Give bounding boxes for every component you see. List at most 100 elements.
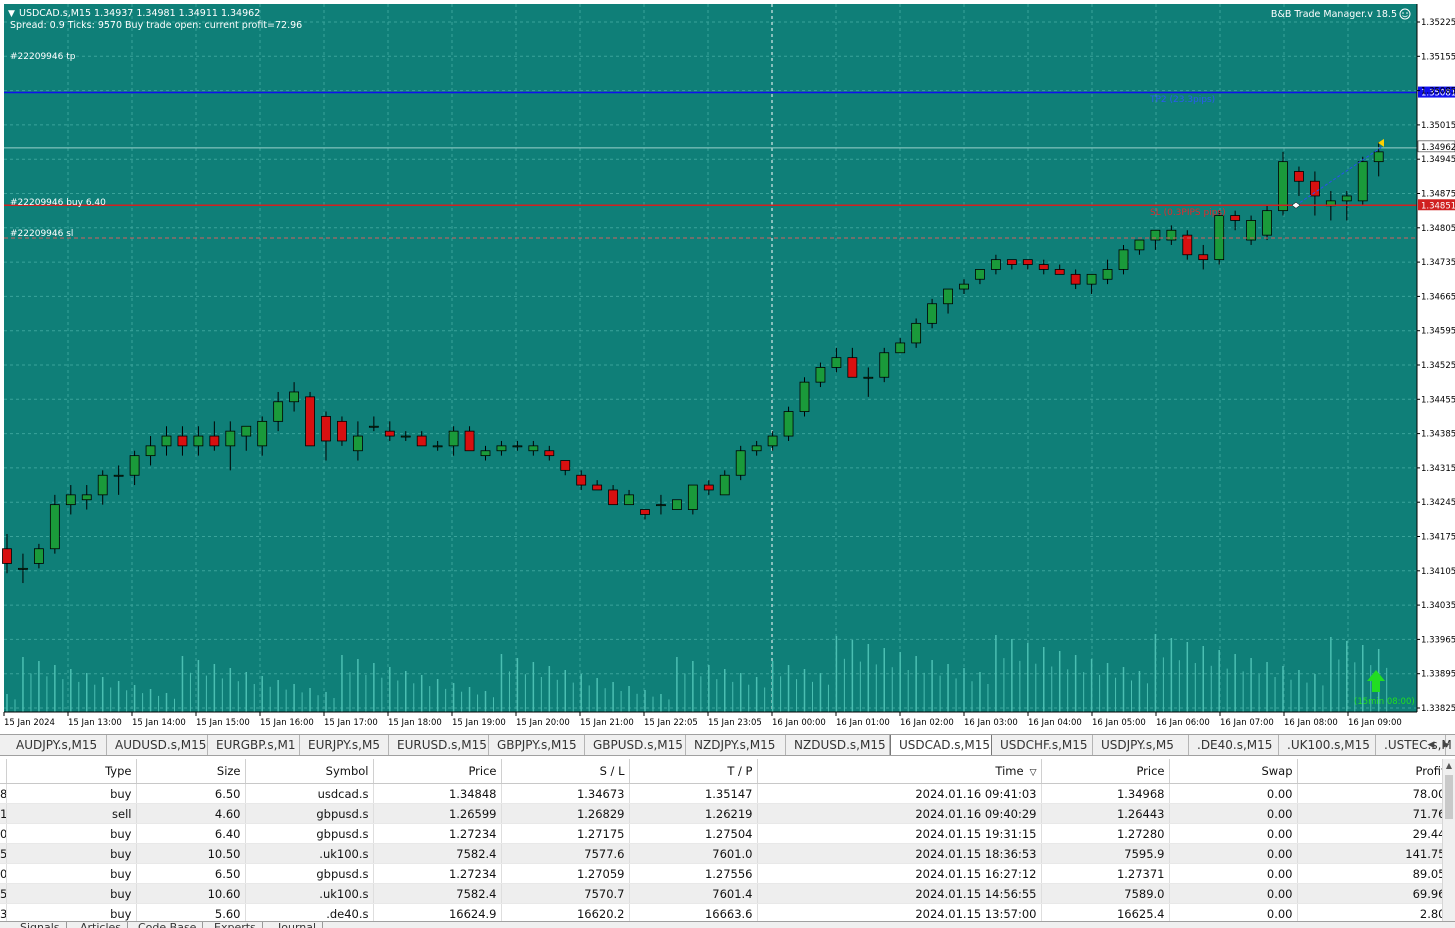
symbol-tab[interactable]: EURJPY.s,M5 xyxy=(300,735,389,755)
price-tick-label: 1.34525 xyxy=(1421,361,1455,371)
bottom-tab[interactable]: Journal xyxy=(272,922,324,928)
time-tick-label: 16 Jan 06:00 xyxy=(1156,718,1210,728)
column-header[interactable]: T / P xyxy=(629,759,758,784)
price-chart[interactable]: 1.35081 1.34962 1.34851 1.35225 1.35155 1.35… xyxy=(0,0,1455,734)
candle-body xyxy=(177,435,188,447)
cell-swap: 0.00 xyxy=(1169,863,1298,884)
table-vertical-scrollbar[interactable]: ▲ xyxy=(1442,759,1455,921)
cell-profit: 141.75 xyxy=(1297,843,1442,864)
column-header[interactable]: Size xyxy=(136,759,246,784)
cell-price: 1.27234 xyxy=(373,863,502,884)
candle-body xyxy=(416,435,427,447)
column-header[interactable]: Profit xyxy=(1297,759,1442,784)
cell-type: buy xyxy=(6,843,137,864)
cell-profit: 78.00 xyxy=(1297,783,1442,804)
tp-pips-label: TP2 (23.3pips) xyxy=(1149,95,1215,105)
symbol-tab[interactable]: GBPUSD.s,M15 xyxy=(585,735,686,755)
scroll-up-icon[interactable]: ▲ xyxy=(1443,759,1455,773)
table-row[interactable]: 1sell4.60gbpusd.s1.265991.268291.2621920… xyxy=(0,803,1442,824)
column-header[interactable]: Price xyxy=(1041,759,1170,784)
candle-body xyxy=(1086,273,1097,285)
column-header[interactable]: S / L xyxy=(501,759,630,784)
table-row[interactable]: 0buy6.40gbpusd.s1.272341.271751.27504202… xyxy=(0,823,1442,844)
column-header-label: Time xyxy=(995,764,1024,778)
cell-tp: 7601.0 xyxy=(629,843,758,864)
cell-price: 7582.4 xyxy=(373,883,502,904)
column-header[interactable]: Type xyxy=(6,759,137,784)
symbol-tab[interactable]: USDJPY.s,M5 xyxy=(1093,735,1189,755)
column-header[interactable]: Price xyxy=(373,759,502,784)
symbol-tab[interactable]: USDCAD.s,M15 xyxy=(890,735,992,755)
cell-time: 2024.01.16 09:41:03 xyxy=(757,783,1042,804)
symbol-tab[interactable]: NZDUSD.s,M15 xyxy=(786,735,890,755)
time-tick-label: 15 Jan 17:00 xyxy=(324,718,378,728)
price-tick-label: 1.33965 xyxy=(1421,635,1455,645)
cell-tp: 7601.4 xyxy=(629,883,758,904)
cell-time: 2024.01.15 14:56:55 xyxy=(757,883,1042,904)
symbol-tab[interactable]: AUDJPY.s,M15 xyxy=(8,735,107,755)
tabs-scroll-left-icon[interactable]: ◀ xyxy=(1424,737,1438,753)
table-body: 8buy6.50usdcad.s1.348481.346731.35147202… xyxy=(0,783,1442,921)
table-row[interactable]: 5buy10.50.uk100.s7582.47577.67601.02024.… xyxy=(0,843,1442,864)
candle-body xyxy=(241,425,252,437)
cell-tp: 1.27556 xyxy=(629,863,758,884)
cell-symbol: .uk100.s xyxy=(245,843,374,864)
table-row[interactable]: 5buy10.60.uk100.s7582.47570.77601.42024.… xyxy=(0,883,1442,904)
bottom-tab[interactable]: Experts xyxy=(208,922,263,928)
table-row[interactable]: 3buy5.60.de40.s16624.916620.216663.62024… xyxy=(0,903,1442,921)
symbol-tab[interactable]: GBPJPY.s,M15 xyxy=(489,735,585,755)
cell-swap: 0.00 xyxy=(1169,883,1298,904)
price-tick-label: 1.34875 xyxy=(1421,190,1455,200)
time-tick-label: 15 Jan 23:05 xyxy=(708,718,762,728)
time-tick-label: 15 Jan 14:00 xyxy=(132,718,186,728)
bottom-tab[interactable]: Signals xyxy=(14,922,67,928)
info-line: Spread: 0.9 Ticks: 9570 Buy trade open: … xyxy=(10,20,302,31)
candle-body xyxy=(672,499,682,510)
cell-symbol: gbpusd.s xyxy=(245,863,374,884)
cell-symbol: .uk100.s xyxy=(245,883,374,904)
cell-type: sell xyxy=(6,803,137,824)
tabs-scroll-right-icon[interactable]: ▶ xyxy=(1439,737,1453,753)
cell-size: 5.60 xyxy=(136,903,246,921)
price-tick-label: 1.34245 xyxy=(1421,498,1455,508)
cell-type: buy xyxy=(6,903,137,921)
candle-body xyxy=(1022,259,1033,265)
candle-body xyxy=(65,494,76,506)
candle-body xyxy=(225,430,236,447)
cell-profit: 2.80 xyxy=(1297,903,1442,921)
column-header-label: Price xyxy=(468,764,497,778)
bottom-tab[interactable]: Code Base xyxy=(132,922,204,928)
candle-body xyxy=(113,474,124,477)
price-tick-label: 1.33825 xyxy=(1421,704,1455,714)
symbol-tab[interactable]: EURGBP.s,M1 xyxy=(208,735,300,755)
price-tick-label: 1.34035 xyxy=(1421,601,1455,611)
buy-order-label: #22209946 buy 6.40 xyxy=(10,198,106,208)
column-header[interactable]: Time ▽ xyxy=(757,759,1042,784)
symbol-tab[interactable]: AUDUSD.s,M15 xyxy=(107,735,208,755)
symbol-tab[interactable]: NZDJPY.s,M15 xyxy=(686,735,786,755)
table-row[interactable]: 0buy6.50gbpusd.s1.272341.270591.27556202… xyxy=(0,863,1442,884)
candle-body xyxy=(1006,259,1017,265)
time-tick-label: 16 Jan 01:00 xyxy=(836,718,890,728)
symbol-tab[interactable]: EURUSD.s,M15 xyxy=(389,735,489,755)
symbol-tab[interactable]: USDCHF.s,M15 xyxy=(992,735,1093,755)
table-row[interactable]: 8buy6.50usdcad.s1.348481.346731.35147202… xyxy=(0,783,1442,804)
price-tick-label: 1.34805 xyxy=(1421,224,1455,234)
cell-symbol: gbpusd.s xyxy=(245,803,374,824)
chart-canvas[interactable]: 1.350811.349621.34851 1.352251.351551.35… xyxy=(0,0,1455,734)
chart-collapse-icon[interactable]: ▼ xyxy=(8,9,15,19)
cell-id: 3 xyxy=(0,903,7,921)
bottom-tab[interactable]: Articles xyxy=(74,922,129,928)
terminal-bottom-tabs: Signals Articles Code Base Experts Journal xyxy=(0,921,1455,928)
time-tick-label: 16 Jan 04:00 xyxy=(1028,718,1082,728)
symbol-tab[interactable]: .UK100.s,M15 xyxy=(1279,735,1376,755)
candle-body xyxy=(257,420,268,447)
scroll-thumb[interactable] xyxy=(1445,775,1453,819)
candle-body xyxy=(400,435,411,438)
symbol-tab[interactable]: .DE40.s,M15 xyxy=(1189,735,1279,755)
candle-body xyxy=(273,401,284,422)
column-header[interactable]: Swap xyxy=(1169,759,1298,784)
cell-swap: 0.00 xyxy=(1169,843,1298,864)
column-header[interactable]: Symbol xyxy=(245,759,374,784)
candle-body xyxy=(640,509,650,515)
